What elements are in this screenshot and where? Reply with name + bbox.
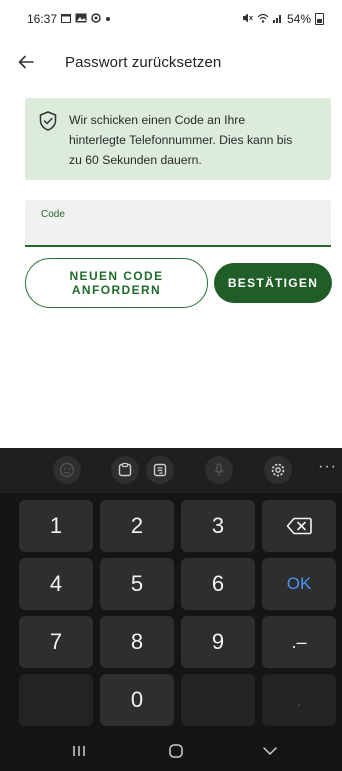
dot-dash-key[interactable]: .– (262, 616, 336, 668)
confirm-button[interactable]: BESTÄTIGEN (214, 263, 332, 303)
backspace-key[interactable] (262, 500, 336, 552)
request-new-code-label: NEUEN CODE ANFORDERN (69, 269, 163, 297)
ok-key[interactable]: OK (262, 558, 336, 610)
key-9[interactable]: 9 (181, 616, 255, 668)
microphone-icon[interactable] (205, 456, 233, 484)
status-bar-right: 54% (242, 12, 324, 26)
text-edit-icon[interactable] (146, 456, 174, 484)
key-7[interactable]: 7 (19, 616, 93, 668)
battery-icon (315, 13, 324, 25)
status-bar: 16:37 54% (0, 0, 342, 38)
navigation-bar (0, 731, 342, 771)
empty-key-left (19, 674, 93, 726)
key-4[interactable]: 4 (19, 558, 93, 610)
code-input[interactable] (39, 224, 323, 244)
request-new-code-line-2: ANFORDERN (71, 283, 162, 297)
clipboard-icon[interactable] (111, 456, 139, 484)
keyboard-toolbar: ··· (0, 448, 342, 493)
key-2[interactable]: 2 (100, 500, 174, 552)
battery-percentage: 54% (286, 12, 311, 26)
shield-check-icon (39, 111, 57, 131)
key-8[interactable]: 8 (100, 616, 174, 668)
home-icon[interactable] (164, 741, 188, 761)
app-bar: Passwort zurücksetzen (0, 44, 342, 80)
info-line-1: Wir schicken einen Code an Ihre (69, 113, 246, 127)
info-line-3: zu 60 Sekunden dauern. (69, 153, 202, 167)
key-0[interactable]: 0 (100, 674, 174, 726)
code-field-label: Code (41, 209, 65, 220)
key-5[interactable]: 5 (100, 558, 174, 610)
key-1[interactable]: 1 (19, 500, 93, 552)
info-line-2: hinterlegte Telefonnummer. Dies kann bis (69, 133, 293, 147)
photo-icon (75, 13, 87, 26)
status-time: 16:37 (27, 12, 58, 26)
comma-key[interactable]: , (262, 674, 336, 726)
info-message: Wir schicken einen Code an Ihre hinterle… (69, 110, 292, 180)
sync-icon (91, 12, 101, 26)
calendar-icon (61, 13, 72, 26)
page-title: Passwort zurücksetzen (65, 53, 222, 71)
wifi-icon (257, 12, 269, 26)
emoji-icon[interactable] (53, 456, 81, 484)
back-icon[interactable] (258, 741, 282, 761)
back-button[interactable] (12, 44, 40, 80)
info-banner: Wir schicken einen Code an Ihre hinterle… (25, 98, 331, 180)
recent-apps-icon[interactable] (67, 741, 91, 761)
code-field[interactable]: Code (25, 200, 331, 247)
numeric-keyboard: ··· 1 2 3 4 5 6 OK 7 8 9 .– 0 , (0, 448, 342, 771)
more-icon[interactable]: ··· (318, 458, 337, 476)
request-new-code-button[interactable]: NEUEN CODE ANFORDERN (25, 258, 208, 308)
key-6[interactable]: 6 (181, 558, 255, 610)
back-arrow-icon (18, 55, 34, 69)
dot-icon (105, 14, 111, 25)
empty-key-right (181, 674, 255, 726)
backspace-icon (286, 517, 312, 535)
status-bar-left: 16:37 (27, 12, 111, 26)
mute-icon (242, 12, 253, 26)
signal-icon (272, 12, 283, 26)
key-3[interactable]: 3 (181, 500, 255, 552)
settings-icon[interactable] (264, 456, 292, 484)
request-new-code-line-1: NEUEN CODE (69, 269, 164, 283)
